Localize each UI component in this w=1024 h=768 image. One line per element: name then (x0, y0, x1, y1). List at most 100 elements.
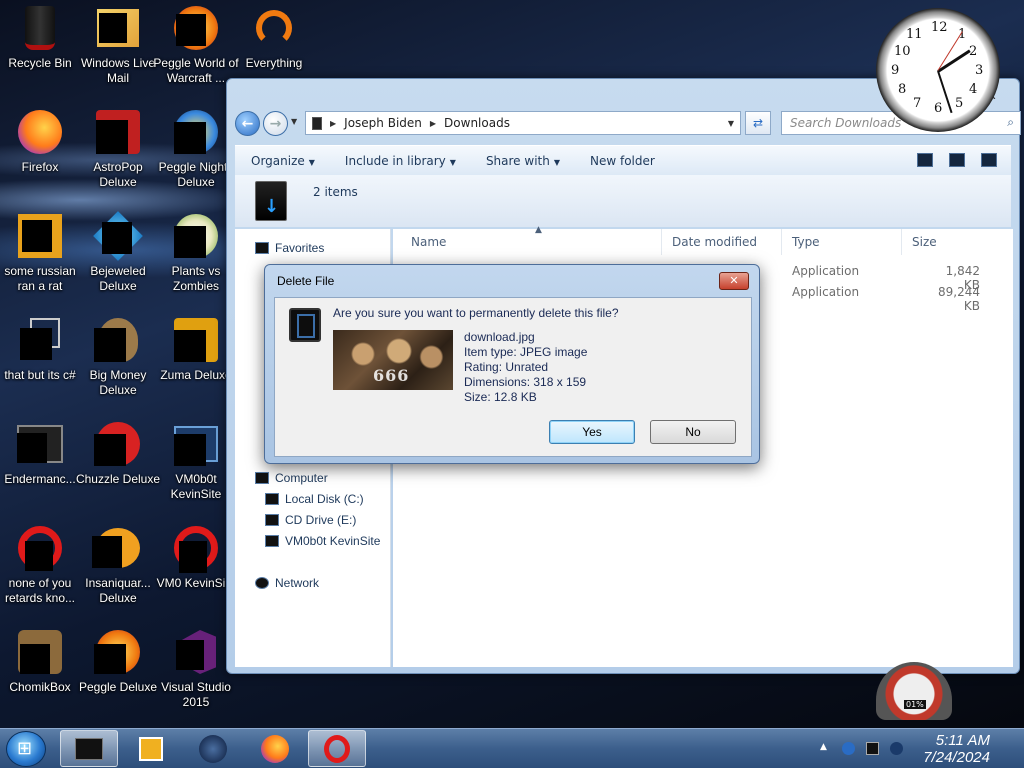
breadcrumb-item-joseph-biden[interactable]: Joseph Biden (344, 116, 422, 130)
desktop-icon-endermanc[interactable]: Endermanc... (0, 420, 80, 516)
clock-gadget[interactable]: 12 1 2 3 4 5 6 7 8 9 10 11 (876, 8, 1000, 132)
bejeweled-icon (93, 211, 143, 261)
taskbar-globe-app[interactable] (184, 730, 242, 767)
recent-pages-dropdown[interactable]: ▼ (291, 117, 297, 126)
desktop-icon-label: Windows Live Mail (80, 56, 156, 85)
desktop-icon-firefox[interactable]: Firefox (0, 108, 80, 204)
desktop-icon-peggle-wow[interactable]: Peggle World of Warcraft ... (153, 4, 239, 100)
desktop-icon-none-of-you[interactable]: none of you retards kno... (0, 524, 80, 620)
desktop-icon-visual-studio[interactable]: Visual Studio 2015 (156, 628, 236, 724)
table-row-type[interactable]: Application (792, 264, 859, 278)
clock-display[interactable]: 5:11 AM 7/24/2024 (923, 732, 990, 766)
desktop-icon-vm0-kevinsi[interactable]: VM0 KevinSi... (156, 524, 236, 620)
new-folder-button[interactable]: New folder (590, 154, 655, 168)
java-app-icon (16, 212, 64, 260)
forward-button[interactable]: → (263, 111, 288, 136)
change-view-icon[interactable] (917, 153, 933, 167)
arrow-left-icon: ← (241, 115, 254, 132)
volume-icon[interactable] (890, 742, 903, 755)
share-with-button[interactable]: Share with ▼ (486, 154, 560, 168)
dialog-close-button[interactable]: ✕ (719, 272, 749, 290)
taskbar-explorer[interactable] (60, 730, 118, 767)
network-icon[interactable] (866, 742, 879, 755)
file-size: Size: 12.8 KB (464, 390, 537, 404)
desktop-icon-russian-rat[interactable]: some russian ran a rat (0, 212, 80, 308)
desktop-icon-recycle-bin[interactable]: Recycle Bin (0, 4, 80, 100)
opera-icon (324, 734, 350, 763)
desktop-icon-label: Peggle Deluxe (78, 680, 158, 694)
preview-pane-icon[interactable] (949, 153, 965, 167)
nav-item-label: Local Disk (C:) (285, 492, 364, 506)
organize-button[interactable]: Organize ▼ (251, 154, 315, 168)
desktop-icon-label: Bejeweled Deluxe (90, 264, 146, 293)
include-in-library-label: Include in library (344, 153, 446, 168)
zuma-icon (172, 316, 220, 364)
table-row-size[interactable]: 89,244 KB (923, 285, 980, 313)
desktop-icon-chomikbox[interactable]: ChomikBox (0, 628, 80, 724)
back-button[interactable]: ← (235, 111, 260, 136)
column-header-type[interactable]: Type (792, 235, 820, 249)
astropop-icon (94, 108, 142, 156)
clock-number: 4 (969, 82, 978, 97)
desktop-icon-peggle-nights[interactable]: Peggle Nights Deluxe (156, 108, 236, 204)
nav-item-cd-drive[interactable]: CD Drive (E:) (265, 513, 356, 527)
table-row-type[interactable]: Application (792, 285, 859, 299)
media-player-icon (139, 736, 163, 761)
desktop-icon-chuzzle[interactable]: Chuzzle Deluxe (76, 420, 160, 516)
network-icon (255, 577, 269, 589)
nav-item-vm0b0t-kevinsite[interactable]: VM0b0t KevinSite (265, 534, 380, 548)
desktop-icon-zuma[interactable]: Zuma Deluxe (156, 316, 236, 412)
desktop-icon-astropop[interactable]: AstroPop Deluxe (78, 108, 158, 204)
address-dropdown-icon[interactable]: ▼ (728, 119, 734, 128)
desktop-icon-bejeweled[interactable]: Bejeweled Deluxe (78, 211, 158, 308)
nav-item-local-disk[interactable]: Local Disk (C:) (265, 492, 364, 506)
taskbar-opera[interactable] (308, 730, 366, 767)
refresh-button[interactable]: ⇄ (745, 111, 771, 135)
yes-button[interactable]: Yes (549, 420, 635, 444)
file-name: download.jpg (464, 330, 535, 344)
column-header-name[interactable]: Name (411, 235, 446, 249)
chevron-down-icon: ▼ (308, 157, 315, 167)
nav-item-favorites[interactable]: Favorites (255, 241, 324, 255)
close-icon: ✕ (729, 274, 739, 287)
windows-app-icon (16, 316, 64, 364)
chuzzle-icon (94, 420, 142, 468)
clock-number: 10 (894, 44, 911, 59)
address-bar[interactable]: ▶ Joseph Biden ▶ Downloads ▼ (305, 111, 741, 135)
network-drive-icon (265, 535, 279, 547)
column-header-size[interactable]: Size (912, 235, 937, 249)
desktop-icon-label: AstroPop Deluxe (93, 160, 143, 189)
help-icon[interactable] (981, 153, 997, 167)
opera-icon (16, 524, 64, 572)
desktop-icon-that-but-csharp[interactable]: that but its c# (0, 316, 80, 412)
mail-icon (94, 4, 142, 52)
clock-number: 5 (955, 96, 964, 111)
include-in-library-button[interactable]: Include in library ▼ (345, 154, 456, 168)
desktop-icon-plants-vs-zombies[interactable]: Plants vs Zombies (156, 212, 236, 308)
taskbar-media-player[interactable] (122, 730, 180, 767)
desktop-icon-peggle-deluxe[interactable]: Peggle Deluxe (78, 628, 158, 724)
peggle-nights-icon (172, 108, 220, 156)
desktop-icon-windows-live-mail[interactable]: Windows Live Mail (78, 4, 158, 100)
tray-app-icon[interactable] (842, 742, 855, 755)
peggle-icon (94, 628, 142, 676)
taskbar-firefox[interactable] (246, 730, 304, 767)
desktop-icon-big-money[interactable]: Big Money Deluxe (78, 316, 158, 412)
globe-icon (199, 734, 227, 763)
dialog-title: Delete File (277, 274, 335, 288)
firefox-icon (16, 108, 64, 156)
desktop-icon-vm0b0t-kevinsite[interactable]: VM0b0t KevinSite (156, 420, 236, 516)
no-button[interactable]: No (650, 420, 736, 444)
cpu-meter-percent: 01% (904, 700, 926, 709)
nav-item-computer[interactable]: Computer (255, 471, 328, 485)
arrow-right-icon: → (269, 115, 282, 132)
desktop-icon-insaniquarium[interactable]: Insaniquar... Deluxe (78, 524, 158, 620)
nav-item-network[interactable]: Network (255, 576, 319, 590)
column-header-date-modified[interactable]: Date modified (672, 235, 757, 249)
start-button[interactable] (6, 731, 46, 767)
search-icon[interactable]: ⌕ (1007, 115, 1014, 130)
cd-drive-icon (265, 514, 279, 526)
dialog-question: Are you sure you want to permanently del… (333, 306, 619, 320)
show-hidden-icons[interactable]: ▲ (820, 742, 833, 755)
breadcrumb-item-downloads[interactable]: Downloads (444, 116, 510, 130)
